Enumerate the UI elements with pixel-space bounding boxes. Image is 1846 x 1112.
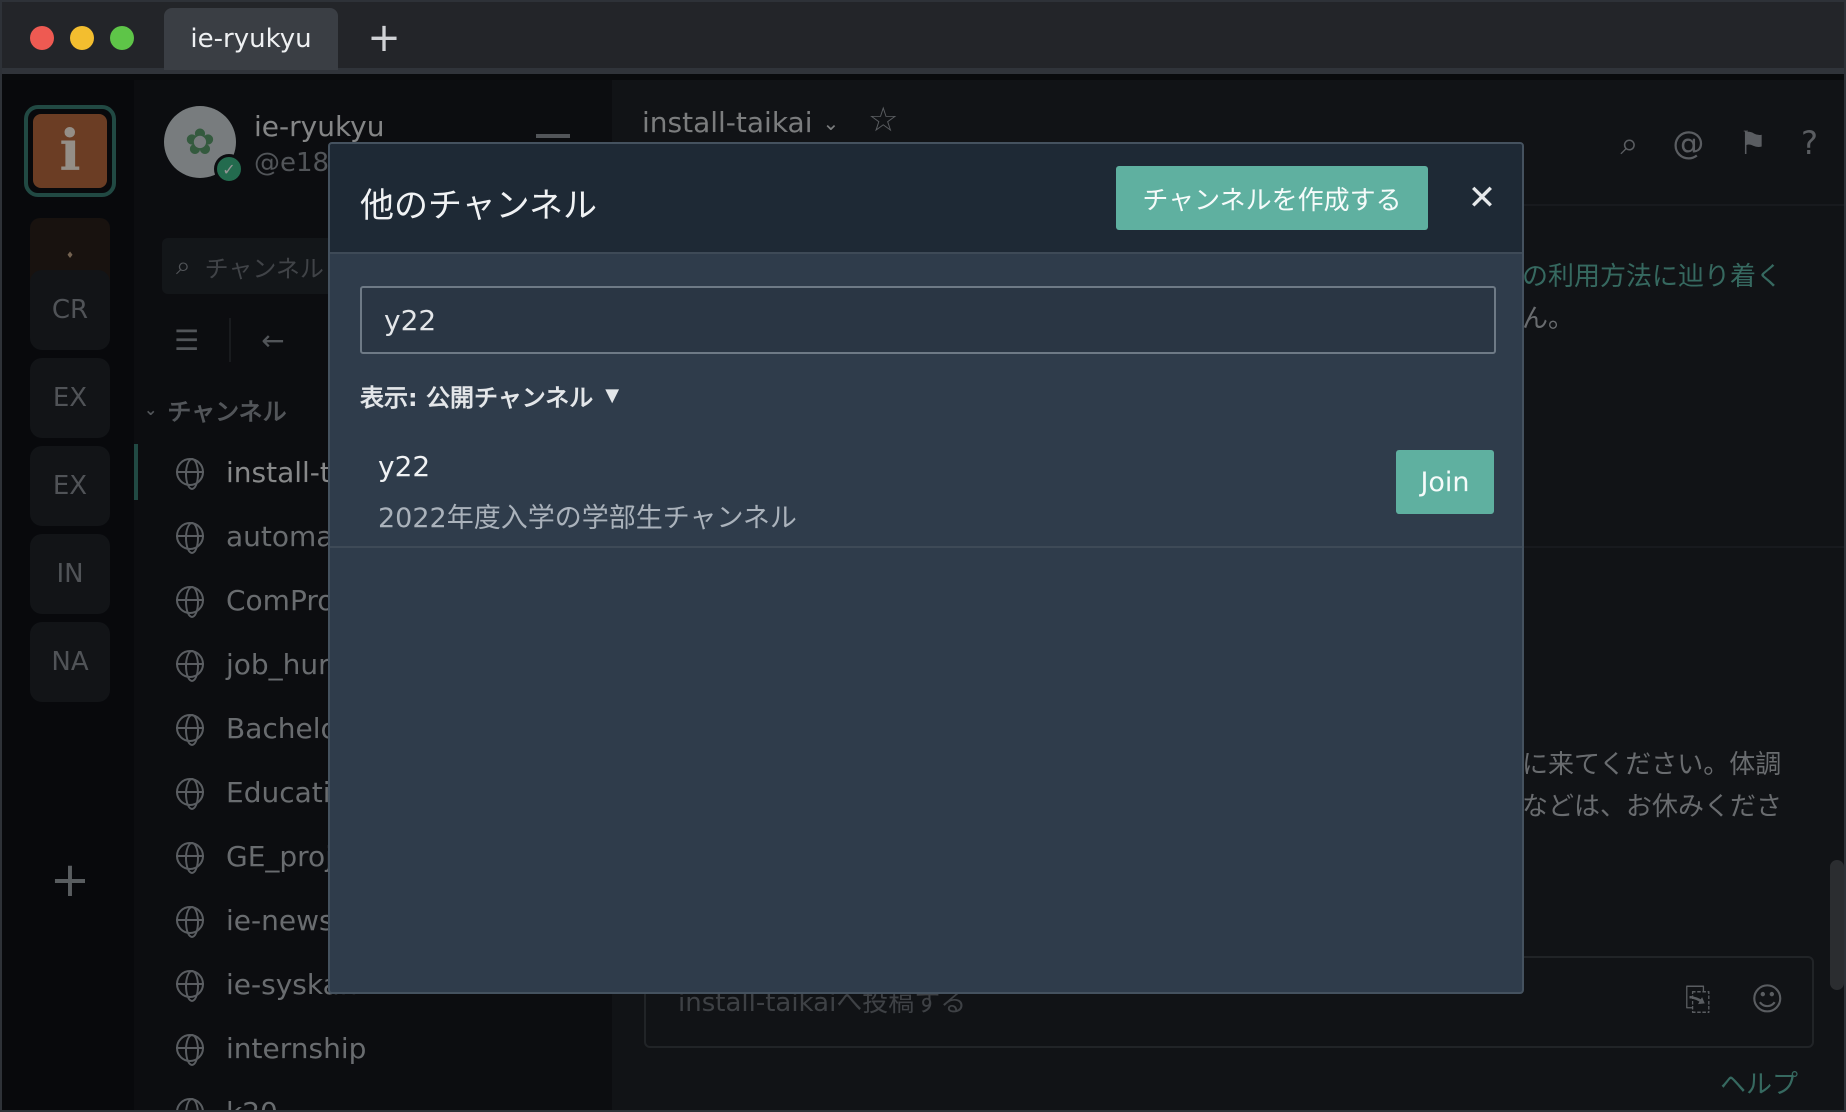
add-tab-button[interactable]: + bbox=[364, 16, 404, 60]
channel-result-description: 2022年度入学の学部生チャンネル bbox=[378, 503, 797, 534]
channel-search-input[interactable] bbox=[360, 286, 1496, 354]
filter-label: 表示: 公開チャンネル bbox=[360, 384, 594, 412]
modal-title: 他のチャンネル bbox=[360, 186, 597, 226]
title-bar: ie-ryukyu + bbox=[2, 2, 1844, 74]
create-channel-button[interactable]: チャンネルを作成する bbox=[1116, 166, 1428, 230]
channel-result-name: y22 bbox=[378, 450, 431, 483]
caret-down-icon: ▼ bbox=[605, 385, 620, 406]
more-channels-modal: 他のチャンネル チャンネルを作成する ✕ 表示: 公開チャンネル ▼ y22 2… bbox=[328, 142, 1524, 994]
tab-ie-ryukyu[interactable]: ie-ryukyu bbox=[164, 8, 338, 70]
join-button[interactable]: Join bbox=[1396, 450, 1494, 514]
close-window-button[interactable] bbox=[30, 26, 54, 50]
maximize-window-button[interactable] bbox=[110, 26, 134, 50]
close-icon[interactable]: ✕ bbox=[1460, 176, 1504, 220]
modal-header: 他のチャンネル チャンネルを作成する ✕ bbox=[330, 144, 1522, 254]
minimize-window-button[interactable] bbox=[70, 26, 94, 50]
channel-type-filter[interactable]: 表示: 公開チャンネル ▼ bbox=[360, 378, 619, 413]
list-item[interactable]: y22 2022年度入学の学部生チャンネル Join bbox=[330, 426, 1522, 548]
app-window: ie-ryukyu + i ♦ CR EX EX IN NA + ✿ ✓ ie-… bbox=[0, 0, 1846, 1112]
